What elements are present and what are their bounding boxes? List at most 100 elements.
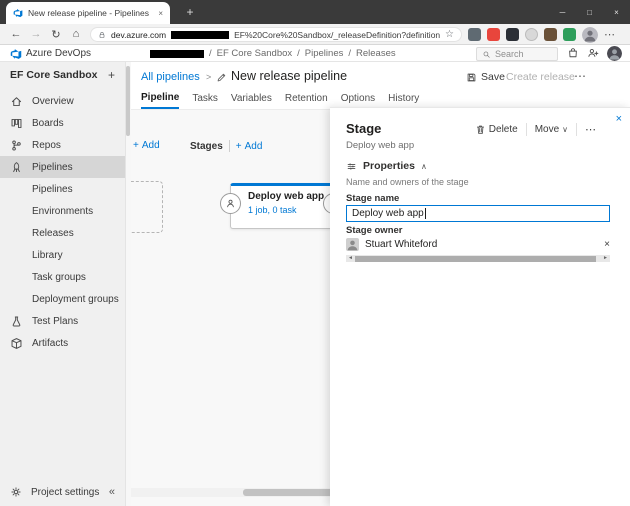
search-box[interactable] (476, 47, 558, 61)
sidebar-item-overview[interactable]: Overview (0, 90, 125, 112)
back-icon[interactable]: ← (8, 24, 24, 44)
project-settings[interactable]: Project settings « (0, 478, 125, 506)
more-actions-icon[interactable]: ⋯ (574, 69, 586, 83)
url-path: EF%20Core%20Sandbox/_releaseDefinition?d… (234, 30, 440, 40)
owner-picker-scrollbar[interactable]: ◄ ► (346, 255, 610, 262)
sidebar-item-environments[interactable]: Environments (0, 200, 125, 222)
stage-card-jobs-link[interactable]: 1 job, 0 task (248, 205, 327, 215)
pipeline-title[interactable]: New release pipeline (231, 69, 347, 83)
breadcrumb-item-project[interactable]: EF Core Sandbox (217, 48, 293, 59)
close-panel-icon[interactable]: × (616, 113, 622, 125)
delete-label: Delete (489, 124, 518, 135)
browser-extension-icon-2[interactable] (487, 28, 500, 41)
add-artifact-button[interactable]: + Add (133, 140, 160, 151)
save-button[interactable]: Save (466, 71, 505, 83)
tab-options[interactable]: Options (341, 88, 375, 109)
address-bar[interactable]: dev.azure.com EF%20Core%20Sandbox/_relea… (90, 27, 462, 42)
sidebar-item-test-plans[interactable]: Test Plans (0, 310, 125, 332)
sidebar-item-library[interactable]: Library (0, 244, 125, 266)
window-close-button[interactable]: × (603, 0, 630, 24)
sidebar-item-pipelines-sub[interactable]: Pipelines (0, 178, 125, 200)
window-maximize-button[interactable]: □ (576, 0, 603, 24)
window-minimize-button[interactable]: ─ (549, 0, 576, 24)
new-tab-button[interactable]: + (182, 4, 198, 20)
stage-name-value: Deploy web app (352, 208, 424, 219)
panel-more-icon[interactable]: ⋯ (585, 123, 596, 136)
sidebar-item-releases[interactable]: Releases (0, 222, 125, 244)
all-pipelines-link[interactable]: All pipelines (141, 71, 200, 83)
breadcrumb-item-pipelines[interactable]: Pipelines (305, 48, 344, 59)
browser-extension-icon-4[interactable] (525, 28, 538, 41)
stage-panel: × Stage Deploy web app Delete Move ∨ ⋯ P… (330, 107, 630, 506)
tab-pipeline[interactable]: Pipeline (141, 88, 179, 109)
sidebar-item-pipelines[interactable]: Pipelines (0, 156, 125, 178)
scroll-right-arrow-icon[interactable]: ► (603, 255, 608, 262)
browser-profile-avatar[interactable] (582, 27, 598, 43)
browser-extension-icon-1[interactable] (468, 28, 481, 41)
browser-menu-icon[interactable]: ⋯ (604, 28, 615, 41)
create-release-button[interactable]: Create release (506, 71, 575, 83)
azure-devops-logo-icon[interactable] (10, 48, 22, 60)
stage-owner-picker[interactable]: Stuart Whiteford × (346, 237, 610, 252)
redaction-bar (150, 50, 204, 58)
user-avatar[interactable] (607, 46, 622, 61)
sidebar-item-boards[interactable]: Boards (0, 112, 125, 134)
edit-name-icon[interactable] (216, 72, 227, 83)
sidebar-item-label: Pipelines (32, 162, 73, 173)
person-icon (225, 198, 236, 209)
browser-extension-icon-5[interactable] (544, 28, 557, 41)
plus-icon: + (133, 140, 139, 151)
search-input[interactable] (495, 49, 552, 59)
project-name[interactable]: EF Core Sandbox (10, 69, 108, 81)
sidebar-item-label: Task groups (32, 272, 86, 283)
sidebar-item-label: Overview (32, 96, 74, 107)
stage-name-input[interactable]: Deploy web app (346, 205, 610, 222)
owner-avatar (346, 238, 359, 251)
sidebar-scrollbar-thumb[interactable] (126, 66, 130, 136)
add-stage-button[interactable]: + Add (236, 141, 263, 152)
add-project-item-icon[interactable]: + (108, 68, 115, 82)
add-stage-label: Add (245, 141, 263, 152)
breadcrumb-separator: / (297, 48, 300, 59)
home-icon[interactable]: ⌂ (68, 24, 84, 44)
url-host: dev.azure.com (111, 30, 166, 40)
owner-scrollbar-thumb[interactable] (355, 256, 596, 262)
stage-card[interactable]: Deploy web app 1 job, 0 task (230, 183, 334, 229)
breadcrumb-item-releases[interactable]: Releases (356, 48, 396, 59)
tab-close-icon[interactable]: × (158, 9, 163, 18)
delete-stage-button[interactable]: Delete (475, 124, 518, 135)
forward-icon[interactable]: → (28, 24, 44, 44)
properties-icon (346, 161, 357, 172)
scroll-left-arrow-icon[interactable]: ◄ (348, 255, 353, 262)
properties-section-header[interactable]: Properties ∧ (346, 160, 427, 172)
sidebar-item-artifacts[interactable]: Artifacts (0, 332, 125, 354)
favorite-star-icon[interactable]: ☆ (445, 29, 454, 40)
move-stage-button[interactable]: Move ∨ (535, 124, 568, 135)
remove-owner-icon[interactable]: × (604, 239, 610, 250)
tab-tasks[interactable]: Tasks (192, 88, 218, 109)
sidebar-nav: Overview Boards Repos Pipelines Pipeline… (0, 90, 125, 354)
browser-tab[interactable]: New release pipeline - Pipelines × (6, 2, 170, 24)
chevron-up-icon: ∧ (421, 162, 427, 171)
breadcrumb-separator: / (348, 48, 351, 59)
refresh-icon[interactable]: ↻ (48, 24, 64, 44)
product-name[interactable]: Azure DevOps (26, 48, 91, 59)
sidebar-item-label: Test Plans (32, 316, 78, 327)
sidebar-item-task-groups[interactable]: Task groups (0, 266, 125, 288)
pre-deployment-conditions-button[interactable] (220, 193, 241, 214)
sidebar-item-repos[interactable]: Repos (0, 134, 125, 156)
browser-extension-icon-3[interactable] (506, 28, 519, 41)
artifact-placeholder[interactable] (131, 181, 163, 233)
tab-variables[interactable]: Variables (231, 88, 272, 109)
sidebar-item-label: Repos (32, 140, 61, 151)
stage-owner-value: Stuart Whiteford (365, 239, 598, 250)
browser-extension-icon-6[interactable] (563, 28, 576, 41)
tab-retention[interactable]: Retention (285, 88, 328, 109)
marketplace-bag-icon[interactable] (567, 47, 579, 59)
canvas-scrollbar-thumb[interactable] (243, 489, 333, 496)
tab-history[interactable]: History (388, 88, 419, 109)
sidebar-item-deployment-groups[interactable]: Deployment groups (0, 288, 125, 310)
collapse-sidebar-icon[interactable]: « (109, 486, 115, 498)
invite-user-icon[interactable] (587, 47, 599, 59)
breadcrumb: / EF Core Sandbox / Pipelines / Releases (150, 45, 396, 62)
